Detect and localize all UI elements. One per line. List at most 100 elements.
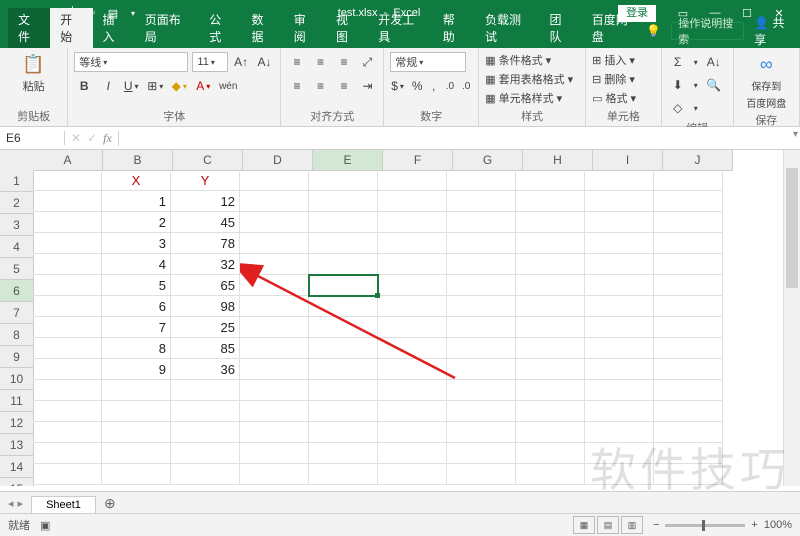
cell-H10[interactable] xyxy=(516,359,585,380)
cell-D15[interactable] xyxy=(240,464,309,485)
font-color-button[interactable]: A▾ xyxy=(194,76,214,96)
cell-A8[interactable] xyxy=(33,317,102,338)
cell-A13[interactable] xyxy=(33,422,102,443)
inc-decimal-icon[interactable]: .0 xyxy=(444,76,456,96)
align-center-icon[interactable]: ≡ xyxy=(311,76,331,96)
cell-G4[interactable] xyxy=(447,233,516,254)
align-top-icon[interactable]: ≡ xyxy=(287,52,307,72)
share-button[interactable]: 👤 共享 xyxy=(754,14,792,48)
tell-me-search[interactable]: 操作说明搜索 xyxy=(671,22,744,40)
cell-D13[interactable] xyxy=(240,422,309,443)
col-header-C[interactable]: C xyxy=(173,150,243,171)
cell-E11[interactable] xyxy=(309,380,378,401)
cell-J7[interactable] xyxy=(654,296,723,317)
font-name-select[interactable]: 等线▾ xyxy=(74,52,188,72)
sheet-tab-sheet1[interactable]: Sheet1 xyxy=(31,496,96,513)
cell-A2[interactable] xyxy=(33,191,102,212)
cell-H4[interactable] xyxy=(516,233,585,254)
cell-F11[interactable] xyxy=(378,380,447,401)
cell-G6[interactable] xyxy=(447,275,516,296)
bold-button[interactable]: B xyxy=(74,76,94,96)
cell-B11[interactable] xyxy=(102,380,171,401)
row-header-12[interactable]: 12 xyxy=(0,412,34,434)
tab-view[interactable]: 视图 xyxy=(326,8,368,48)
cell-F10[interactable] xyxy=(378,359,447,380)
cell-C4[interactable]: 78 xyxy=(171,233,240,254)
cell-C3[interactable]: 45 xyxy=(171,212,240,233)
cell-J8[interactable] xyxy=(654,317,723,338)
cell-A9[interactable] xyxy=(33,338,102,359)
col-header-E[interactable]: E xyxy=(313,150,383,171)
cell-H2[interactable] xyxy=(516,191,585,212)
cell-A11[interactable] xyxy=(33,380,102,401)
cell-F14[interactable] xyxy=(378,443,447,464)
cell-F15[interactable] xyxy=(378,464,447,485)
cell-B3[interactable]: 2 xyxy=(102,212,171,233)
cell-C8[interactable]: 25 xyxy=(171,317,240,338)
cell-H9[interactable] xyxy=(516,338,585,359)
row-header-1[interactable]: 1 xyxy=(0,170,34,192)
cell-G2[interactable] xyxy=(447,191,516,212)
sheet-nav-prev-icon[interactable]: ◂ xyxy=(8,497,14,510)
cell-D14[interactable] xyxy=(240,443,309,464)
align-left-icon[interactable]: ≡ xyxy=(287,76,307,96)
cell-I11[interactable] xyxy=(585,380,654,401)
row-header-8[interactable]: 8 xyxy=(0,324,34,346)
italic-button[interactable]: I xyxy=(98,76,118,96)
cell-B14[interactable] xyxy=(102,443,171,464)
cell-C7[interactable]: 98 xyxy=(171,296,240,317)
row-header-14[interactable]: 14 xyxy=(0,456,34,478)
cell-B5[interactable]: 4 xyxy=(102,254,171,275)
cell-B13[interactable] xyxy=(102,422,171,443)
orientation-icon[interactable]: ⤢ xyxy=(358,52,378,72)
comma-icon[interactable]: , xyxy=(428,76,440,96)
col-header-G[interactable]: G xyxy=(453,150,523,171)
decrease-font-icon[interactable]: A↓ xyxy=(255,52,274,72)
row-header-13[interactable]: 13 xyxy=(0,434,34,456)
cell-B8[interactable]: 7 xyxy=(102,317,171,338)
cell-C10[interactable]: 36 xyxy=(171,359,240,380)
cell-I4[interactable] xyxy=(585,233,654,254)
zoom-level[interactable]: 100% xyxy=(764,519,792,531)
cell-A15[interactable] xyxy=(33,464,102,485)
cell-J4[interactable] xyxy=(654,233,723,254)
cell-G10[interactable] xyxy=(447,359,516,380)
tab-layout[interactable]: 页面布局 xyxy=(135,8,200,48)
cell-C6[interactable]: 65 xyxy=(171,275,240,296)
cell-H15[interactable] xyxy=(516,464,585,485)
cell-F9[interactable] xyxy=(378,338,447,359)
baidu-save-icon[interactable]: ∞ xyxy=(754,52,778,76)
macro-record-icon[interactable]: ▣ xyxy=(40,519,50,532)
cell-D10[interactable] xyxy=(240,359,309,380)
cell-G9[interactable] xyxy=(447,338,516,359)
cell-E12[interactable] xyxy=(309,401,378,422)
col-header-J[interactable]: J xyxy=(663,150,733,171)
tab-loadtest[interactable]: 负载测试 xyxy=(475,8,540,48)
name-box[interactable]: E6 xyxy=(0,131,65,145)
row-header-2[interactable]: 2 xyxy=(0,192,34,214)
row-header-9[interactable]: 9 xyxy=(0,346,34,368)
paste-icon[interactable]: 📋 xyxy=(22,52,46,76)
cell-I5[interactable] xyxy=(585,254,654,275)
cell-F8[interactable] xyxy=(378,317,447,338)
cell-E7[interactable] xyxy=(309,296,378,317)
cell-C15[interactable] xyxy=(171,464,240,485)
row-header-5[interactable]: 5 xyxy=(0,258,34,280)
cell-G15[interactable] xyxy=(447,464,516,485)
cell-D4[interactable] xyxy=(240,233,309,254)
cell-B2[interactable]: 1 xyxy=(102,191,171,212)
cell-E1[interactable] xyxy=(309,170,378,191)
page-break-view-icon[interactable]: ▥ xyxy=(621,516,643,534)
cell-A4[interactable] xyxy=(33,233,102,254)
cell-I1[interactable] xyxy=(585,170,654,191)
cell-J1[interactable] xyxy=(654,170,723,191)
col-header-F[interactable]: F xyxy=(383,150,453,171)
col-header-I[interactable]: I xyxy=(593,150,663,171)
fill-color-button[interactable]: ◆▾ xyxy=(170,76,190,96)
cell-I10[interactable] xyxy=(585,359,654,380)
row-header-4[interactable]: 4 xyxy=(0,236,34,258)
cell-J10[interactable] xyxy=(654,359,723,380)
cell-G11[interactable] xyxy=(447,380,516,401)
cell-C9[interactable]: 85 xyxy=(171,338,240,359)
cell-J9[interactable] xyxy=(654,338,723,359)
